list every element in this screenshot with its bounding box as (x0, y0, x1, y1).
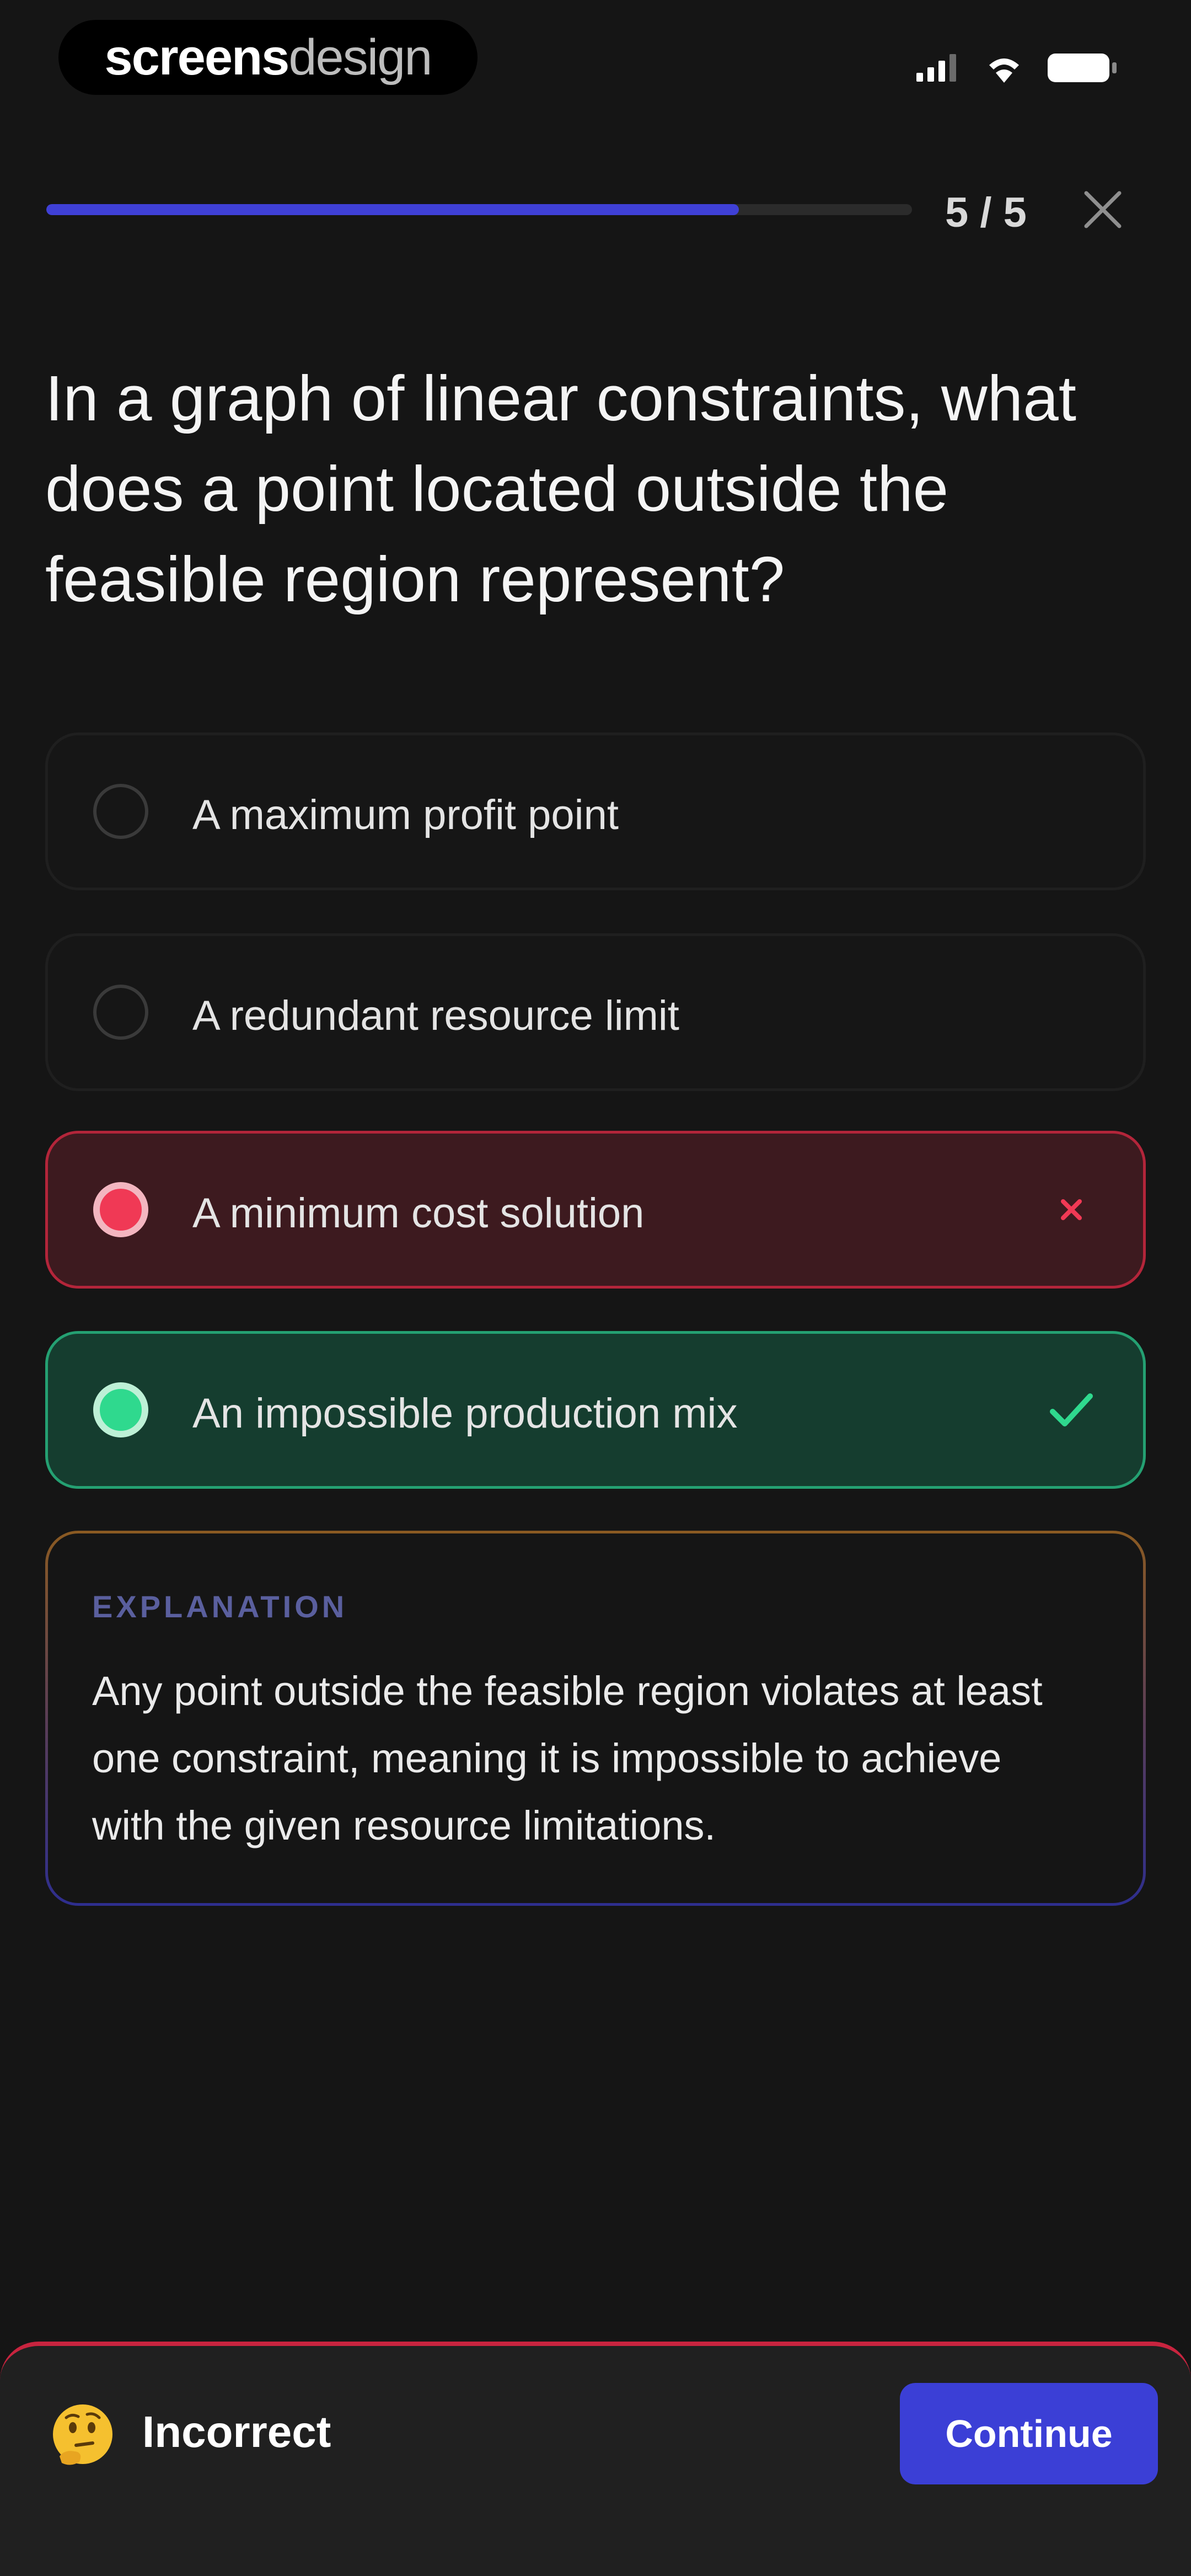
close-icon (1084, 191, 1122, 228)
explanation-text: Any point outside the feasible region vi… (92, 1668, 1043, 1848)
brand-logo-bold: screens (104, 29, 290, 85)
answer-option-label: A minimum cost solution (192, 1190, 645, 1237)
thinking-face-icon (53, 2404, 112, 2465)
close-button[interactable] (1075, 182, 1130, 237)
question-text: In a graph of linear constraints, what d… (45, 362, 1076, 615)
radio-icon (93, 985, 148, 1040)
answer-option-2[interactable]: A redundant resource limit (45, 933, 1146, 1091)
brand-logo: screens design (58, 20, 478, 95)
progress-bar-fill (46, 204, 739, 215)
status-icons (916, 49, 1119, 87)
explanation-card: EXPLANATION Any point outside the feasib… (45, 1531, 1146, 1906)
answer-option-label: An impossible production mix (192, 1390, 738, 1437)
brand-logo-light: design (288, 29, 432, 85)
quiz-progress: 5 / 5 (46, 182, 1145, 237)
progress-bar (46, 204, 912, 215)
result-bar: Incorrect Continue (0, 2342, 1191, 2576)
check-icon (1044, 1382, 1099, 1437)
explanation-title: EXPLANATION (92, 1589, 348, 1624)
radio-selected-icon (93, 1382, 148, 1437)
wifi-icon (989, 58, 1019, 83)
explanation-card-body: EXPLANATION Any point outside the feasib… (48, 1533, 1143, 1903)
status-bar: screens design (0, 0, 1191, 110)
answer-option-label: A redundant resource limit (192, 992, 679, 1039)
radio-selected-icon (93, 1182, 148, 1237)
answer-option-1[interactable]: A maximum profit point (45, 733, 1146, 890)
answer-option-label: A maximum profit point (192, 792, 619, 838)
battery-icon (1048, 54, 1117, 82)
radio-icon (93, 784, 148, 839)
cellular-signal-icon (916, 54, 956, 82)
result-text: Incorrect (142, 2407, 331, 2456)
x-icon (1044, 1182, 1099, 1237)
answer-option-4-correct[interactable]: An impossible production mix (45, 1331, 1146, 1489)
continue-button[interactable]: Continue (900, 2383, 1158, 2484)
answer-option-3-wrong[interactable]: A minimum cost solution (45, 1131, 1146, 1289)
progress-count: 5 / 5 (945, 189, 1027, 236)
